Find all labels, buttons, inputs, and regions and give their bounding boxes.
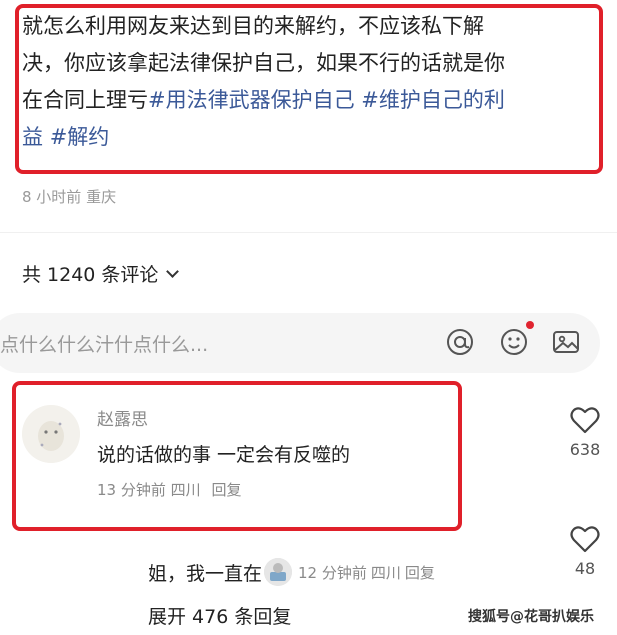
heart-icon: [570, 407, 600, 434]
comment-count-toggle[interactable]: 共 1240 条评论: [22, 260, 180, 287]
divider: [0, 232, 617, 233]
heart-icon: [570, 526, 600, 553]
comment-text: 说的话做的事 一定会有反噬的: [97, 444, 351, 466]
comment-input-bar[interactable]: 点什么什么汁什点什么...: [0, 313, 600, 373]
comment-count-label: 共 1240 条评论: [22, 264, 159, 286]
reply-button[interactable]: 回复: [405, 562, 435, 583]
chevron-down-icon: [166, 264, 180, 278]
like-button[interactable]: 638: [563, 406, 607, 459]
reply-button[interactable]: 回复: [211, 481, 241, 499]
sticker-icon: [264, 558, 293, 586]
reply-time: 12 分钟前: [298, 563, 367, 582]
comment-meta: 13 分钟前 四川 回复: [97, 479, 241, 500]
reply-item: 姐，我一直在 12 分钟前 四川 回复: [148, 558, 435, 586]
comment-input-placeholder[interactable]: 点什么什么汁什点什么...: [0, 330, 208, 357]
post-highlight-box: [15, 4, 603, 174]
like-count: 48: [574, 559, 596, 578]
emoji-icon[interactable]: [499, 327, 529, 357]
post-meta: 8 小时前 重庆: [22, 188, 117, 206]
comment-author[interactable]: 赵露思: [97, 405, 148, 430]
image-icon[interactable]: [551, 327, 581, 357]
avatar[interactable]: [22, 405, 80, 463]
at-icon[interactable]: [445, 327, 475, 357]
watermark: 搜狐号@花哥扒娱乐: [468, 609, 594, 625]
comment-time: 13 分钟前: [97, 481, 166, 499]
reply-text: 姐，我一直在: [148, 562, 263, 585]
like-count: 638: [569, 440, 601, 459]
expand-replies-button[interactable]: 展开 476 条回复: [148, 602, 291, 629]
notification-dot: [526, 321, 534, 329]
reply-location: 四川: [370, 563, 401, 582]
like-button[interactable]: 48: [563, 525, 607, 578]
comment-location: 四川: [170, 481, 201, 499]
